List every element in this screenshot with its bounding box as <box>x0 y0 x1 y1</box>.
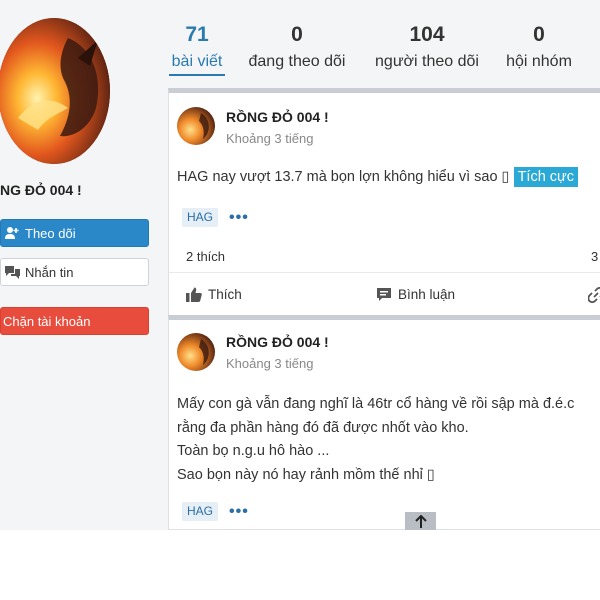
stat-groups-label: hội nhóm <box>506 53 572 70</box>
post-content-line: rằng đa phần hàng đó đã được nhốt vào kh… <box>177 419 469 436</box>
post-card: RỒNG ĐỎ 004 ! Khoảng 3 tiếng Mấy con gà … <box>168 315 600 530</box>
ticker-tag[interactable]: HAG <box>182 502 219 521</box>
profile-avatar[interactable] <box>0 18 110 164</box>
stat-following-label: đang theo dõi <box>248 53 346 70</box>
post-content: HAG nay vượt 13.7 mà bọn lợn không hiểu … <box>177 166 578 190</box>
comment-button[interactable]: Bình luận <box>376 287 455 302</box>
message-button[interactable]: Nhắn tin <box>0 258 149 286</box>
link-icon <box>588 287 600 303</box>
stat-posts[interactable]: 71 bài viết <box>169 22 225 76</box>
stat-posts-label: bài viết <box>169 52 225 76</box>
post-author-avatar[interactable] <box>177 107 215 145</box>
post-timestamp: Khoảng 3 tiếng <box>226 131 314 146</box>
stat-groups-value: 0 <box>533 23 545 46</box>
message-button-label: Nhắn tin <box>25 264 74 280</box>
stat-followers[interactable]: 104 người theo dõi <box>369 22 485 72</box>
ticker-tag[interactable]: HAG <box>182 208 219 227</box>
post-timestamp: Khoảng 3 tiếng <box>226 356 314 371</box>
post-content: Mấy con gà vẫn đang nghĩ là 46tr cổ hàng… <box>177 393 574 487</box>
post-content-line: HAG nay vượt 13.7 mà bọn lợn không hiểu … <box>177 169 510 185</box>
scroll-to-top-button[interactable] <box>405 512 436 530</box>
like-button-label: Thích <box>208 287 242 302</box>
share-link-button[interactable] <box>588 287 600 303</box>
thumbs-up-icon <box>186 287 202 302</box>
chat-icon <box>3 264 21 280</box>
profile-name: NG ĐỎ 004 ! <box>0 182 82 198</box>
comment-button-label: Bình luận <box>398 287 456 302</box>
post-author-name[interactable]: RỒNG ĐỎ 004 ! <box>226 334 329 350</box>
post-card: RỒNG ĐỎ 004 ! Khoảng 3 tiếng HAG nay vượ… <box>168 88 600 316</box>
post-content-line: Toàn bọ n.g.u hô hào ... <box>177 443 330 459</box>
stat-followers-label: người theo dõi <box>375 53 479 70</box>
follow-button-label: Theo dõi <box>25 225 76 241</box>
like-count[interactable]: 2 thích <box>186 249 225 264</box>
divider <box>169 272 600 273</box>
more-options-icon[interactable]: ••• <box>229 504 249 520</box>
block-account-label: Chặn tài khoản <box>3 313 91 329</box>
block-account-button[interactable]: Chặn tài khoản <box>0 307 149 335</box>
follow-button[interactable]: Theo dõi <box>0 219 149 247</box>
sentiment-badge: Tích cực <box>513 167 578 187</box>
post-content-line: Sao bọn này nó hay rảnh mồm thế nhỉ ▯ <box>177 466 435 483</box>
stat-posts-value: 71 <box>185 23 209 46</box>
stat-following[interactable]: 0 đang theo dõi <box>243 22 351 72</box>
comment-icon <box>377 288 391 301</box>
blank-area <box>0 530 600 600</box>
more-options-icon[interactable]: ••• <box>229 210 249 226</box>
comment-count[interactable]: 3 <box>591 249 598 264</box>
add-user-icon <box>3 225 21 241</box>
post-author-name[interactable]: RỒNG ĐỎ 004 ! <box>226 109 329 125</box>
stat-groups[interactable]: 0 hội nhóm <box>502 22 576 72</box>
post-author-avatar[interactable] <box>177 333 215 371</box>
stat-followers-value: 104 <box>409 23 445 46</box>
stat-following-value: 0 <box>291 23 303 46</box>
post-content-line: Mấy con gà vẫn đang nghĩ là 46tr cổ hàng… <box>177 396 575 412</box>
profile-page: NG ĐỎ 004 ! Theo dõi Nhắn tin Chặn tài k… <box>0 0 600 530</box>
arrow-up-icon <box>414 514 427 528</box>
like-button[interactable]: Thích <box>186 287 242 302</box>
